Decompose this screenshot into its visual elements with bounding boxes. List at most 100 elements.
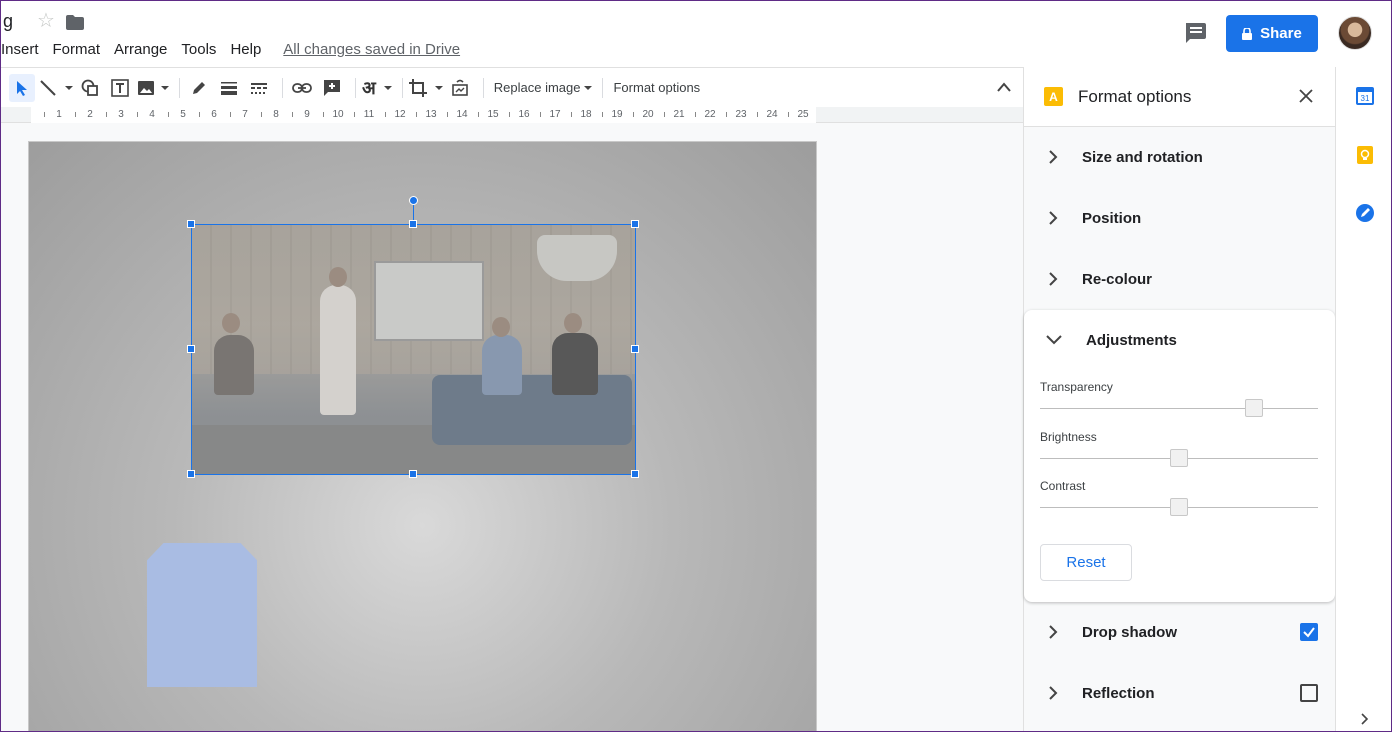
- tag-shape[interactable]: [147, 543, 257, 687]
- reset-button[interactable]: Reset: [1040, 544, 1132, 581]
- slides-editor-window: g ☆ Insert Format Arrange Tools Help All…: [0, 0, 1392, 732]
- section-reflection[interactable]: Reflection: [1024, 663, 1336, 723]
- ruler-tick: [539, 112, 541, 117]
- ruler-number: 14: [456, 109, 468, 120]
- ruler-number: 18: [580, 109, 592, 120]
- menu-help[interactable]: Help: [230, 41, 261, 58]
- ruler-number: 12: [394, 109, 406, 120]
- chevron-right-icon[interactable]: [1360, 713, 1370, 725]
- menu-format[interactable]: Format: [53, 41, 101, 58]
- ruler-tick: [601, 112, 603, 117]
- reflection-checkbox[interactable]: [1300, 684, 1318, 702]
- resize-handle-left[interactable]: [187, 345, 195, 353]
- chevron-right-icon: [1049, 686, 1058, 700]
- document-title[interactable]: g: [3, 11, 13, 32]
- brightness-label: Brightness: [1040, 430, 1097, 444]
- chevron-down-icon: [584, 85, 593, 90]
- border-weight-button[interactable]: [216, 74, 242, 102]
- folder-icon[interactable]: [66, 15, 84, 30]
- chevron-right-icon: [1049, 272, 1058, 286]
- tasks-icon[interactable]: [1356, 204, 1374, 222]
- format-options-button[interactable]: Format options: [609, 80, 704, 95]
- format-options-panel: A Format options Size and rotation Posit…: [1023, 67, 1336, 731]
- brightness-slider-thumb[interactable]: [1170, 449, 1188, 467]
- add-comment-icon: [324, 79, 340, 96]
- cursor-arrow-icon: [17, 80, 27, 96]
- calendar-icon[interactable]: 31: [1356, 87, 1374, 105]
- drop-shadow-checkbox[interactable]: [1300, 623, 1318, 641]
- ruler-number: 3: [118, 109, 124, 120]
- save-status-link[interactable]: All changes saved in Drive: [283, 41, 460, 58]
- resize-handle-right[interactable]: [631, 345, 639, 353]
- keep-icon[interactable]: [1356, 146, 1374, 164]
- toolbar-divider: [401, 77, 403, 98]
- border-dash-button[interactable]: [246, 74, 272, 102]
- contrast-label: Contrast: [1040, 479, 1086, 493]
- menu-tools[interactable]: Tools: [181, 41, 216, 58]
- menu-arrange[interactable]: Arrange: [114, 41, 167, 58]
- account-avatar[interactable]: [1338, 16, 1372, 50]
- transparency-slider-thumb[interactable]: [1245, 399, 1264, 417]
- ruler-tick: [136, 112, 138, 117]
- section-position[interactable]: Position: [1024, 188, 1336, 248]
- chevron-right-icon: [1049, 625, 1058, 639]
- ruler-tick: [477, 112, 479, 117]
- reset-image-button[interactable]: [447, 74, 473, 102]
- section-label: Position: [1082, 209, 1142, 227]
- border-color-button[interactable]: [186, 74, 212, 102]
- section-recolour[interactable]: Re-colour: [1024, 249, 1336, 309]
- chevron-right-icon: [1049, 211, 1058, 225]
- resize-handle-top-left[interactable]: [187, 220, 195, 228]
- insert-link-button[interactable]: [289, 74, 315, 102]
- text-box-button[interactable]: [107, 74, 133, 102]
- resize-handle-bottom-left[interactable]: [187, 470, 195, 478]
- ruler-tick: [415, 112, 417, 117]
- toolbar-divider: [282, 77, 283, 98]
- image-selection-box[interactable]: [191, 224, 636, 475]
- select-tool-button[interactable]: [9, 73, 35, 102]
- ruler-number: 9: [304, 109, 310, 120]
- ruler-number: 5: [180, 109, 186, 120]
- transparency-track[interactable]: [1040, 408, 1318, 409]
- format-text-icon: A: [1044, 87, 1063, 106]
- ruler-tick: [570, 112, 572, 117]
- close-icon[interactable]: [1299, 89, 1313, 103]
- resize-handle-top-right[interactable]: [631, 220, 639, 228]
- shapes-icon: [81, 79, 98, 96]
- resize-handle-bottom[interactable]: [409, 470, 417, 478]
- ruler-number: 17: [549, 109, 561, 120]
- section-size-rotation[interactable]: Size and rotation: [1024, 127, 1336, 187]
- insert-image-button[interactable]: [137, 74, 169, 102]
- menu-insert[interactable]: Insert: [1, 41, 39, 58]
- ruler-tick: [694, 112, 696, 117]
- comment-history-icon[interactable]: [1184, 23, 1206, 43]
- contrast-slider-thumb[interactable]: [1170, 498, 1188, 516]
- replace-image-button[interactable]: Replace image: [490, 80, 597, 95]
- star-icon[interactable]: ☆: [37, 11, 55, 31]
- share-button[interactable]: Share: [1226, 15, 1318, 52]
- chevron-up-icon[interactable]: [996, 81, 1012, 93]
- toolbar-divider: [482, 77, 484, 98]
- replace-image-label: Replace image: [493, 80, 581, 95]
- shape-tool-button[interactable]: [77, 74, 103, 102]
- rotation-handle[interactable]: [409, 196, 418, 205]
- chevron-down-icon: [161, 85, 169, 90]
- ruler-tick: [198, 112, 200, 117]
- ruler-tick: [725, 112, 727, 117]
- menu-bar: Insert Format Arrange Tools Help All cha…: [1, 41, 474, 58]
- transparency-label: Transparency: [1040, 380, 1113, 394]
- svg-text:31: 31: [1361, 94, 1370, 103]
- input-tools-button[interactable]: अ: [362, 74, 392, 102]
- horizontal-ruler[interactable]: 1 2 3 4 5 6 7 8 9 10 11 12 13 14 15 16 17 18 19 20 21 22 23 24 2…: [31, 107, 816, 123]
- checkmark-icon: [1303, 627, 1315, 638]
- adjustments-header[interactable]: Adjustments: [1024, 310, 1335, 370]
- crop-image-button[interactable]: [408, 74, 443, 102]
- resize-handle-bottom-right[interactable]: [631, 470, 639, 478]
- add-comment-button[interactable]: [319, 74, 345, 102]
- resize-handle-top[interactable]: [409, 220, 417, 228]
- ruler-tick: [167, 112, 169, 117]
- section-drop-shadow[interactable]: Drop shadow: [1024, 602, 1336, 662]
- toolbar-divider: [179, 77, 180, 98]
- line-tool-button[interactable]: [39, 74, 73, 102]
- reset-image-icon: [451, 79, 468, 96]
